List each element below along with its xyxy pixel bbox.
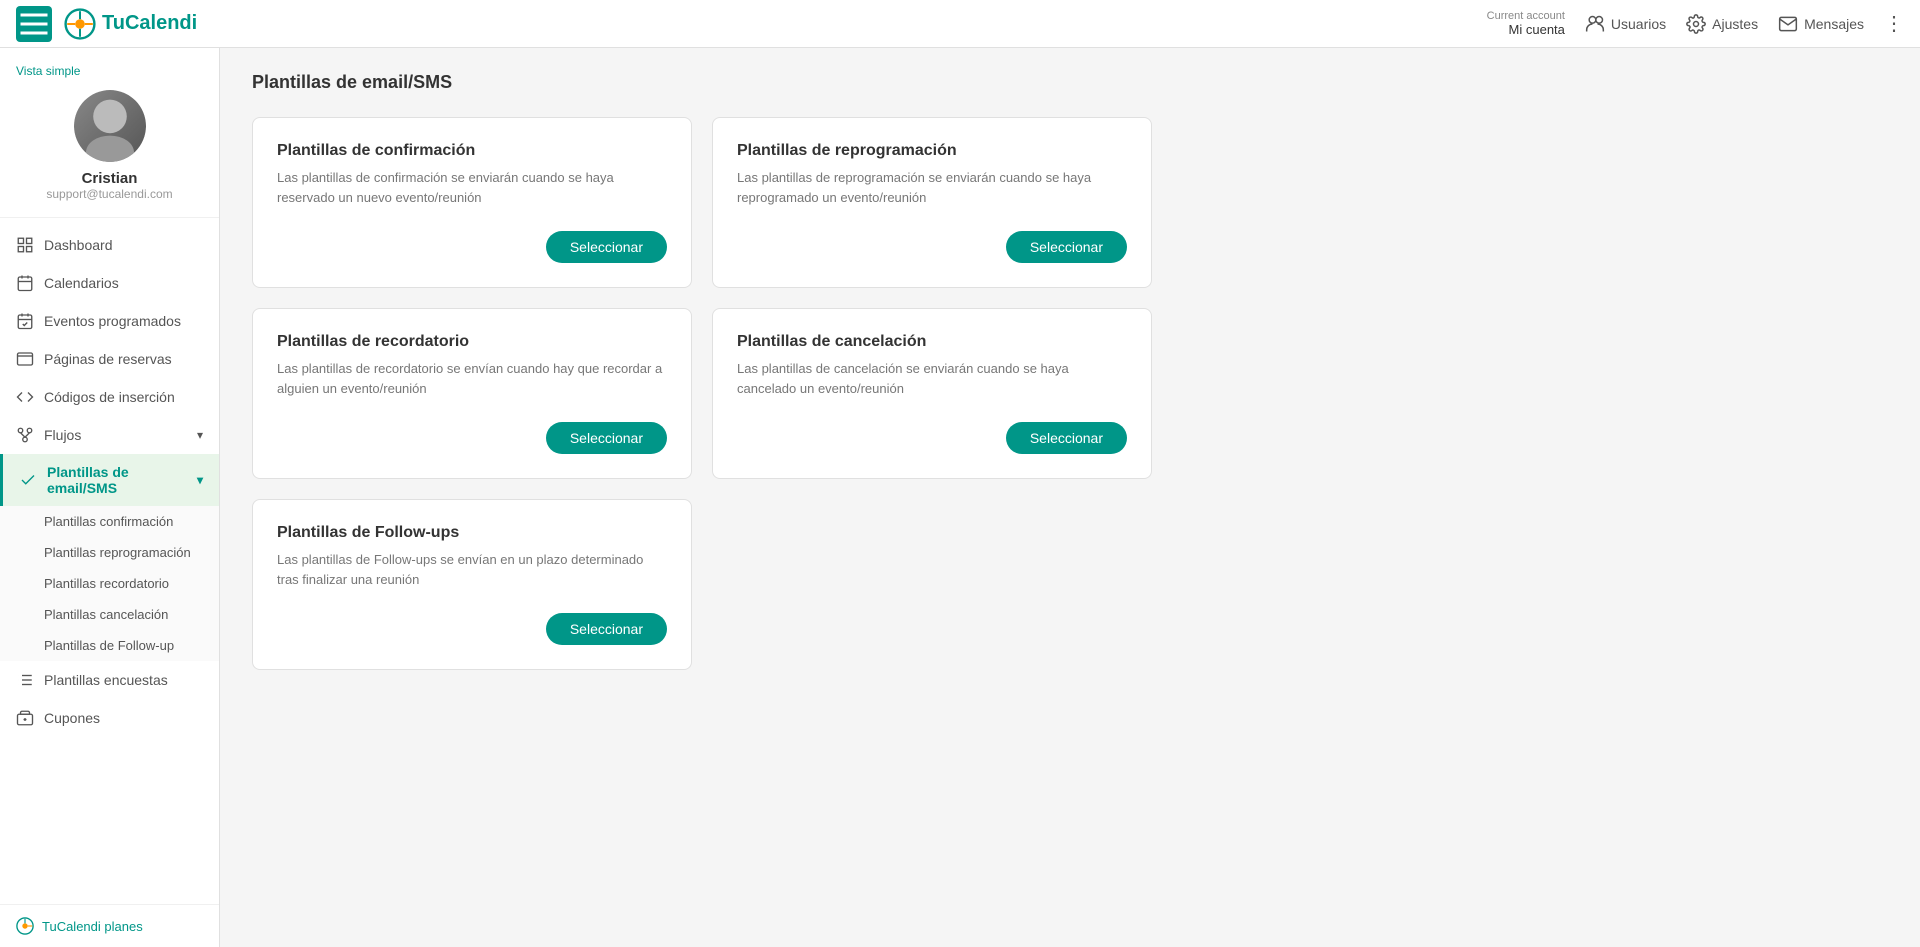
card-reprogramacion-desc: Las plantillas de reprogramación se envi… xyxy=(737,168,1127,207)
card-recordatorio-title: Plantillas de recordatorio xyxy=(277,333,667,351)
sidebar-item-plantillas-email-sms-label: Plantillas de email/SMS xyxy=(47,464,187,496)
hamburger-button[interactable] xyxy=(16,6,52,42)
main-content: Plantillas de email/SMS Plantillas de co… xyxy=(220,48,1920,947)
vista-simple-link[interactable]: Vista simple xyxy=(16,64,80,78)
plantillas-encuestas-icon xyxy=(16,671,34,689)
card-cancelacion: Plantillas de cancelación Las plantillas… xyxy=(712,308,1152,479)
usuarios-icon xyxy=(1585,14,1605,34)
sidebar-header: Vista simple Cristian support@tucalendi.… xyxy=(0,48,219,218)
sidebar-item-eventos-programados-label: Eventos programados xyxy=(44,313,203,329)
sidebar-item-eventos-programados[interactable]: Eventos programados xyxy=(0,302,219,340)
sidebar-item-plantillas-encuestas[interactable]: Plantillas encuestas xyxy=(0,661,219,699)
eventos-programados-icon xyxy=(16,312,34,330)
card-cancelacion-select-button[interactable]: Seleccionar xyxy=(1006,422,1127,454)
logo-text: TuCalendi xyxy=(102,12,197,35)
app-body: Vista simple Cristian support@tucalendi.… xyxy=(0,48,1920,947)
plantillas-email-sms-icon xyxy=(19,471,37,489)
flujos-icon xyxy=(16,426,34,444)
sidebar-nav: Dashboard Calendarios Eventos programado… xyxy=(0,218,219,904)
subnav-item-plantillas-cancelacion[interactable]: Plantillas cancelación xyxy=(0,599,219,630)
current-account: Current account Mi cuenta xyxy=(1487,10,1565,37)
cards-grid: Plantillas de confirmación Las plantilla… xyxy=(252,117,1152,670)
sidebar-item-codigos-insercion-label: Códigos de inserción xyxy=(44,389,203,405)
subnav-item-plantillas-reprogramacion[interactable]: Plantillas reprogramación xyxy=(0,537,219,568)
sidebar-item-codigos-insercion[interactable]: Códigos de inserción xyxy=(0,378,219,416)
card-reprogramacion: Plantillas de reprogramación Las plantil… xyxy=(712,117,1152,288)
sidebar: Vista simple Cristian support@tucalendi.… xyxy=(0,48,220,947)
card-recordatorio-select-button[interactable]: Seleccionar xyxy=(546,422,667,454)
page-title: Plantillas de email/SMS xyxy=(252,72,1888,93)
sidebar-item-paginas-reservas-label: Páginas de reservas xyxy=(44,351,203,367)
card-followups-desc: Las plantillas de Follow-ups se envían e… xyxy=(277,550,667,589)
card-reprogramacion-title: Plantillas de reprogramación xyxy=(737,142,1127,160)
card-recordatorio-desc: Las plantillas de recordatorio se envían… xyxy=(277,359,667,398)
user-name: Cristian xyxy=(82,170,138,187)
tucalendi-plans-icon xyxy=(16,917,34,935)
card-followups: Plantillas de Follow-ups Las plantillas … xyxy=(252,499,692,670)
card-confirmacion: Plantillas de confirmación Las plantilla… xyxy=(252,117,692,288)
sidebar-item-plantillas-email-sms[interactable]: Plantillas de email/SMS ▾ xyxy=(0,454,219,506)
ajustes-link[interactable]: Ajustes xyxy=(1686,14,1758,34)
user-email: support@tucalendi.com xyxy=(46,187,172,201)
user-silhouette-icon xyxy=(74,90,146,162)
sidebar-item-calendarios[interactable]: Calendarios xyxy=(0,264,219,302)
card-followups-select-button[interactable]: Seleccionar xyxy=(546,613,667,645)
sidebar-item-flujos[interactable]: Flujos ▾ xyxy=(0,416,219,454)
navbar-left: TuCalendi xyxy=(16,6,197,42)
card-cancelacion-desc: Las plantillas de cancelación se enviará… xyxy=(737,359,1127,398)
dashboard-icon xyxy=(16,236,34,254)
sidebar-footer: TuCalendi planes xyxy=(0,904,219,947)
logo: TuCalendi xyxy=(64,8,197,40)
card-confirmacion-desc: Las plantillas de confirmación se enviar… xyxy=(277,168,667,207)
card-cancelacion-footer: Seleccionar xyxy=(737,422,1127,454)
sidebar-item-paginas-reservas[interactable]: Páginas de reservas xyxy=(0,340,219,378)
card-reprogramacion-footer: Seleccionar xyxy=(737,231,1127,263)
sidebar-item-calendarios-label: Calendarios xyxy=(44,275,203,291)
sidebar-item-flujos-label: Flujos xyxy=(44,427,187,443)
calendarios-icon xyxy=(16,274,34,292)
subnav-item-plantillas-recordatorio[interactable]: Plantillas recordatorio xyxy=(0,568,219,599)
card-recordatorio-footer: Seleccionar xyxy=(277,422,667,454)
tucalendi-plans-link[interactable]: TuCalendi planes xyxy=(16,917,203,935)
card-reprogramacion-select-button[interactable]: Seleccionar xyxy=(1006,231,1127,263)
logo-icon xyxy=(64,8,96,40)
avatar-image xyxy=(74,90,146,162)
mensajes-link[interactable]: Mensajes xyxy=(1778,14,1864,34)
card-followups-footer: Seleccionar xyxy=(277,613,667,645)
top-navbar: TuCalendi Current account Mi cuenta Usua… xyxy=(0,0,1920,48)
card-cancelacion-title: Plantillas de cancelación xyxy=(737,333,1127,351)
flujos-chevron-icon: ▾ xyxy=(197,428,203,442)
mensajes-icon xyxy=(1778,14,1798,34)
paginas-reservas-icon xyxy=(16,350,34,368)
card-recordatorio: Plantillas de recordatorio Las plantilla… xyxy=(252,308,692,479)
navbar-right: Current account Mi cuenta Usuarios Ajust… xyxy=(1487,10,1904,37)
sidebar-item-dashboard[interactable]: Dashboard xyxy=(0,226,219,264)
card-confirmacion-title: Plantillas de confirmación xyxy=(277,142,667,160)
subnav-item-plantillas-followup[interactable]: Plantillas de Follow-up xyxy=(0,630,219,661)
more-button[interactable]: ⋮ xyxy=(1884,11,1904,36)
sidebar-item-dashboard-label: Dashboard xyxy=(44,237,203,253)
cupones-icon xyxy=(16,709,34,727)
sidebar-item-cupones[interactable]: Cupones xyxy=(0,699,219,737)
sidebar-item-cupones-label: Cupones xyxy=(44,710,203,726)
subnav-item-plantillas-confirmacion[interactable]: Plantillas confirmación xyxy=(0,506,219,537)
plantillas-chevron-icon: ▾ xyxy=(197,473,203,487)
ajustes-icon xyxy=(1686,14,1706,34)
card-followups-title: Plantillas de Follow-ups xyxy=(277,524,667,542)
tucalendi-plans-label: TuCalendi planes xyxy=(42,919,143,934)
card-confirmacion-footer: Seleccionar xyxy=(277,231,667,263)
sidebar-item-plantillas-encuestas-label: Plantillas encuestas xyxy=(44,672,203,688)
usuarios-link[interactable]: Usuarios xyxy=(1585,14,1666,34)
card-confirmacion-select-button[interactable]: Seleccionar xyxy=(546,231,667,263)
avatar xyxy=(74,90,146,162)
plantillas-subnav: Plantillas confirmación Plantillas repro… xyxy=(0,506,219,661)
codigos-insercion-icon xyxy=(16,388,34,406)
